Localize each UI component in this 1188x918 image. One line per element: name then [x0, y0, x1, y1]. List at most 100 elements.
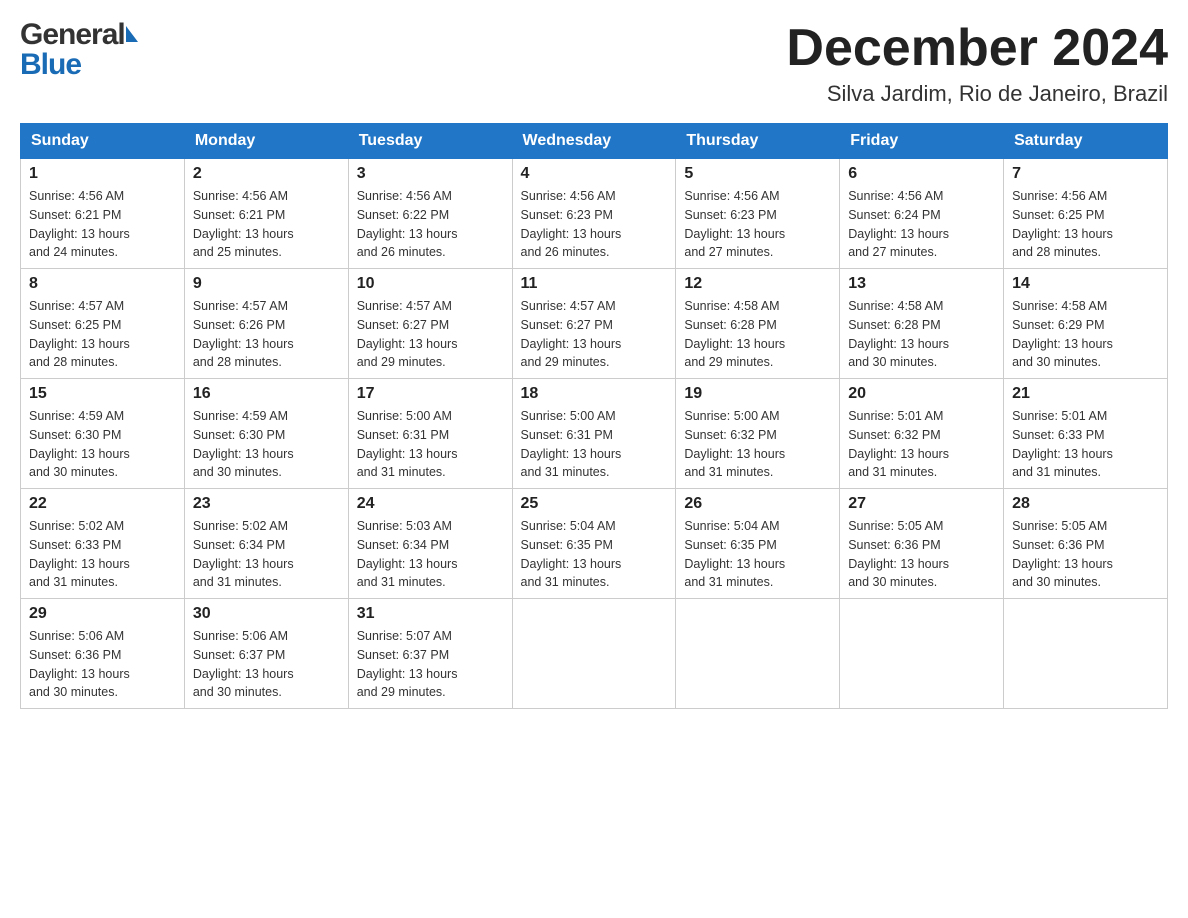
calendar-cell: 24 Sunrise: 5:03 AMSunset: 6:34 PMDaylig…: [348, 489, 512, 599]
day-info: Sunrise: 4:59 AMSunset: 6:30 PMDaylight:…: [193, 407, 340, 482]
day-info: Sunrise: 4:59 AMSunset: 6:30 PMDaylight:…: [29, 407, 176, 482]
day-info: Sunrise: 5:01 AMSunset: 6:32 PMDaylight:…: [848, 407, 995, 482]
day-number: 29: [29, 605, 176, 623]
day-info: Sunrise: 5:01 AMSunset: 6:33 PMDaylight:…: [1012, 407, 1159, 482]
calendar-cell: 2 Sunrise: 4:56 AMSunset: 6:21 PMDayligh…: [184, 159, 348, 269]
day-number: 15: [29, 385, 176, 403]
title-section: December 2024 Silva Jardim, Rio de Janei…: [786, 20, 1168, 107]
day-number: 25: [521, 495, 668, 513]
day-number: 14: [1012, 275, 1159, 293]
day-number: 6: [848, 165, 995, 183]
day-info: Sunrise: 4:56 AMSunset: 6:23 PMDaylight:…: [521, 187, 668, 262]
weekday-header-saturday: Saturday: [1004, 124, 1168, 159]
calendar-cell: 9 Sunrise: 4:57 AMSunset: 6:26 PMDayligh…: [184, 269, 348, 379]
day-number: 9: [193, 275, 340, 293]
day-info: Sunrise: 5:04 AMSunset: 6:35 PMDaylight:…: [521, 517, 668, 592]
day-info: Sunrise: 5:05 AMSunset: 6:36 PMDaylight:…: [1012, 517, 1159, 592]
day-info: Sunrise: 5:02 AMSunset: 6:34 PMDaylight:…: [193, 517, 340, 592]
calendar-cell: 27 Sunrise: 5:05 AMSunset: 6:36 PMDaylig…: [840, 489, 1004, 599]
weekday-header-tuesday: Tuesday: [348, 124, 512, 159]
day-number: 24: [357, 495, 504, 513]
calendar-cell: 6 Sunrise: 4:56 AMSunset: 6:24 PMDayligh…: [840, 159, 1004, 269]
day-info: Sunrise: 4:58 AMSunset: 6:28 PMDaylight:…: [848, 297, 995, 372]
calendar-cell: 16 Sunrise: 4:59 AMSunset: 6:30 PMDaylig…: [184, 379, 348, 489]
calendar-week-row: 15 Sunrise: 4:59 AMSunset: 6:30 PMDaylig…: [21, 379, 1168, 489]
day-number: 21: [1012, 385, 1159, 403]
calendar-week-row: 29 Sunrise: 5:06 AMSunset: 6:36 PMDaylig…: [21, 599, 1168, 709]
day-number: 12: [684, 275, 831, 293]
calendar-cell: 23 Sunrise: 5:02 AMSunset: 6:34 PMDaylig…: [184, 489, 348, 599]
day-number: 31: [357, 605, 504, 623]
day-number: 18: [521, 385, 668, 403]
day-info: Sunrise: 5:06 AMSunset: 6:36 PMDaylight:…: [29, 627, 176, 702]
weekday-header-monday: Monday: [184, 124, 348, 159]
calendar-cell: 5 Sunrise: 4:56 AMSunset: 6:23 PMDayligh…: [676, 159, 840, 269]
day-number: 8: [29, 275, 176, 293]
weekday-header-thursday: Thursday: [676, 124, 840, 159]
day-number: 7: [1012, 165, 1159, 183]
day-info: Sunrise: 4:57 AMSunset: 6:27 PMDaylight:…: [357, 297, 504, 372]
day-info: Sunrise: 5:06 AMSunset: 6:37 PMDaylight:…: [193, 627, 340, 702]
day-info: Sunrise: 4:57 AMSunset: 6:26 PMDaylight:…: [193, 297, 340, 372]
day-number: 28: [1012, 495, 1159, 513]
logo-triangle-icon: [126, 26, 138, 42]
calendar-table: SundayMondayTuesdayWednesdayThursdayFrid…: [20, 123, 1168, 709]
weekday-header-friday: Friday: [840, 124, 1004, 159]
calendar-cell: 20 Sunrise: 5:01 AMSunset: 6:32 PMDaylig…: [840, 379, 1004, 489]
day-info: Sunrise: 4:58 AMSunset: 6:28 PMDaylight:…: [684, 297, 831, 372]
logo: General Blue: [20, 20, 138, 80]
calendar-cell: 30 Sunrise: 5:06 AMSunset: 6:37 PMDaylig…: [184, 599, 348, 709]
day-number: 4: [521, 165, 668, 183]
day-info: Sunrise: 4:56 AMSunset: 6:21 PMDaylight:…: [193, 187, 340, 262]
logo-general-text: General: [20, 20, 125, 50]
day-number: 17: [357, 385, 504, 403]
calendar-week-row: 8 Sunrise: 4:57 AMSunset: 6:25 PMDayligh…: [21, 269, 1168, 379]
day-info: Sunrise: 4:56 AMSunset: 6:22 PMDaylight:…: [357, 187, 504, 262]
day-info: Sunrise: 5:02 AMSunset: 6:33 PMDaylight:…: [29, 517, 176, 592]
calendar-cell: [676, 599, 840, 709]
day-info: Sunrise: 4:57 AMSunset: 6:27 PMDaylight:…: [521, 297, 668, 372]
calendar-cell: 12 Sunrise: 4:58 AMSunset: 6:28 PMDaylig…: [676, 269, 840, 379]
day-number: 3: [357, 165, 504, 183]
calendar-cell: 21 Sunrise: 5:01 AMSunset: 6:33 PMDaylig…: [1004, 379, 1168, 489]
day-number: 20: [848, 385, 995, 403]
day-number: 30: [193, 605, 340, 623]
day-info: Sunrise: 5:03 AMSunset: 6:34 PMDaylight:…: [357, 517, 504, 592]
calendar-cell: 8 Sunrise: 4:57 AMSunset: 6:25 PMDayligh…: [21, 269, 185, 379]
day-info: Sunrise: 4:56 AMSunset: 6:24 PMDaylight:…: [848, 187, 995, 262]
calendar-cell: [840, 599, 1004, 709]
day-number: 5: [684, 165, 831, 183]
calendar-cell: 28 Sunrise: 5:05 AMSunset: 6:36 PMDaylig…: [1004, 489, 1168, 599]
day-number: 26: [684, 495, 831, 513]
calendar-cell: 17 Sunrise: 5:00 AMSunset: 6:31 PMDaylig…: [348, 379, 512, 489]
calendar-cell: 11 Sunrise: 4:57 AMSunset: 6:27 PMDaylig…: [512, 269, 676, 379]
day-number: 2: [193, 165, 340, 183]
calendar-week-row: 1 Sunrise: 4:56 AMSunset: 6:21 PMDayligh…: [21, 159, 1168, 269]
day-info: Sunrise: 5:04 AMSunset: 6:35 PMDaylight:…: [684, 517, 831, 592]
calendar-cell: 13 Sunrise: 4:58 AMSunset: 6:28 PMDaylig…: [840, 269, 1004, 379]
calendar-cell: 19 Sunrise: 5:00 AMSunset: 6:32 PMDaylig…: [676, 379, 840, 489]
day-number: 23: [193, 495, 340, 513]
calendar-cell: 15 Sunrise: 4:59 AMSunset: 6:30 PMDaylig…: [21, 379, 185, 489]
calendar-cell: 18 Sunrise: 5:00 AMSunset: 6:31 PMDaylig…: [512, 379, 676, 489]
day-info: Sunrise: 5:05 AMSunset: 6:36 PMDaylight:…: [848, 517, 995, 592]
day-number: 11: [521, 275, 668, 293]
weekday-header-wednesday: Wednesday: [512, 124, 676, 159]
calendar-cell: 25 Sunrise: 5:04 AMSunset: 6:35 PMDaylig…: [512, 489, 676, 599]
calendar-cell: 29 Sunrise: 5:06 AMSunset: 6:36 PMDaylig…: [21, 599, 185, 709]
day-info: Sunrise: 5:07 AMSunset: 6:37 PMDaylight:…: [357, 627, 504, 702]
calendar-cell: 3 Sunrise: 4:56 AMSunset: 6:22 PMDayligh…: [348, 159, 512, 269]
calendar-cell: 4 Sunrise: 4:56 AMSunset: 6:23 PMDayligh…: [512, 159, 676, 269]
calendar-cell: 7 Sunrise: 4:56 AMSunset: 6:25 PMDayligh…: [1004, 159, 1168, 269]
day-info: Sunrise: 4:56 AMSunset: 6:23 PMDaylight:…: [684, 187, 831, 262]
calendar-cell: 26 Sunrise: 5:04 AMSunset: 6:35 PMDaylig…: [676, 489, 840, 599]
day-number: 1: [29, 165, 176, 183]
logo-blue-text: Blue: [20, 50, 138, 80]
calendar-cell: 10 Sunrise: 4:57 AMSunset: 6:27 PMDaylig…: [348, 269, 512, 379]
calendar-cell: [1004, 599, 1168, 709]
calendar-cell: 1 Sunrise: 4:56 AMSunset: 6:21 PMDayligh…: [21, 159, 185, 269]
page-header: General Blue December 2024 Silva Jardim,…: [20, 20, 1168, 107]
day-info: Sunrise: 4:57 AMSunset: 6:25 PMDaylight:…: [29, 297, 176, 372]
day-info: Sunrise: 5:00 AMSunset: 6:31 PMDaylight:…: [521, 407, 668, 482]
weekday-header-sunday: Sunday: [21, 124, 185, 159]
